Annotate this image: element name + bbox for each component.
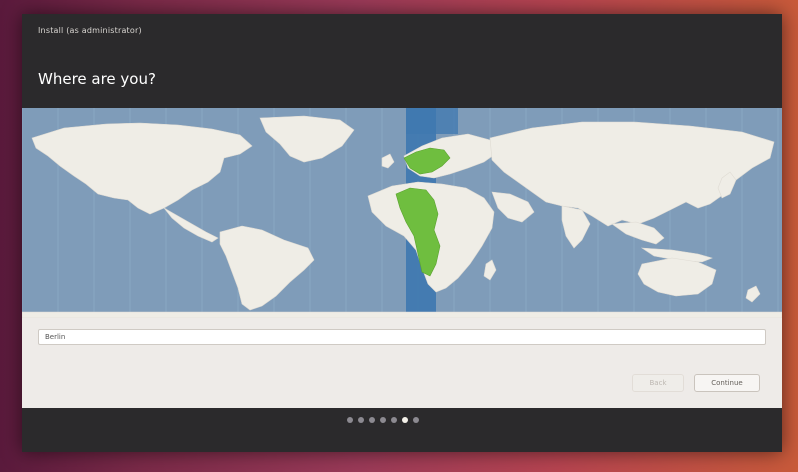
world-map-graphic[interactable]: [22, 108, 782, 318]
progress-indicator: [22, 412, 782, 432]
timezone-input[interactable]: Berlin: [38, 329, 766, 345]
progress-dot: [380, 417, 386, 423]
window-titlebar[interactable]: Install (as administrator): [22, 14, 782, 56]
progress-dot: [347, 417, 353, 423]
page-title: Where are you?: [38, 70, 156, 88]
window-title: Install (as administrator): [38, 26, 142, 35]
progress-dots: [347, 417, 419, 423]
world-map[interactable]: [22, 108, 782, 318]
content-panel: Berlin Back Continue: [22, 108, 782, 408]
continue-button[interactable]: Continue: [694, 374, 760, 392]
progress-dot: [358, 417, 364, 423]
timezone-band-cap: [406, 108, 458, 134]
back-button[interactable]: Back: [632, 374, 684, 392]
progress-dot: [391, 417, 397, 423]
progress-dot: [402, 417, 408, 423]
progress-dot: [413, 417, 419, 423]
progress-dot: [369, 417, 375, 423]
installer-window: Install (as administrator) Where are you…: [22, 14, 782, 452]
